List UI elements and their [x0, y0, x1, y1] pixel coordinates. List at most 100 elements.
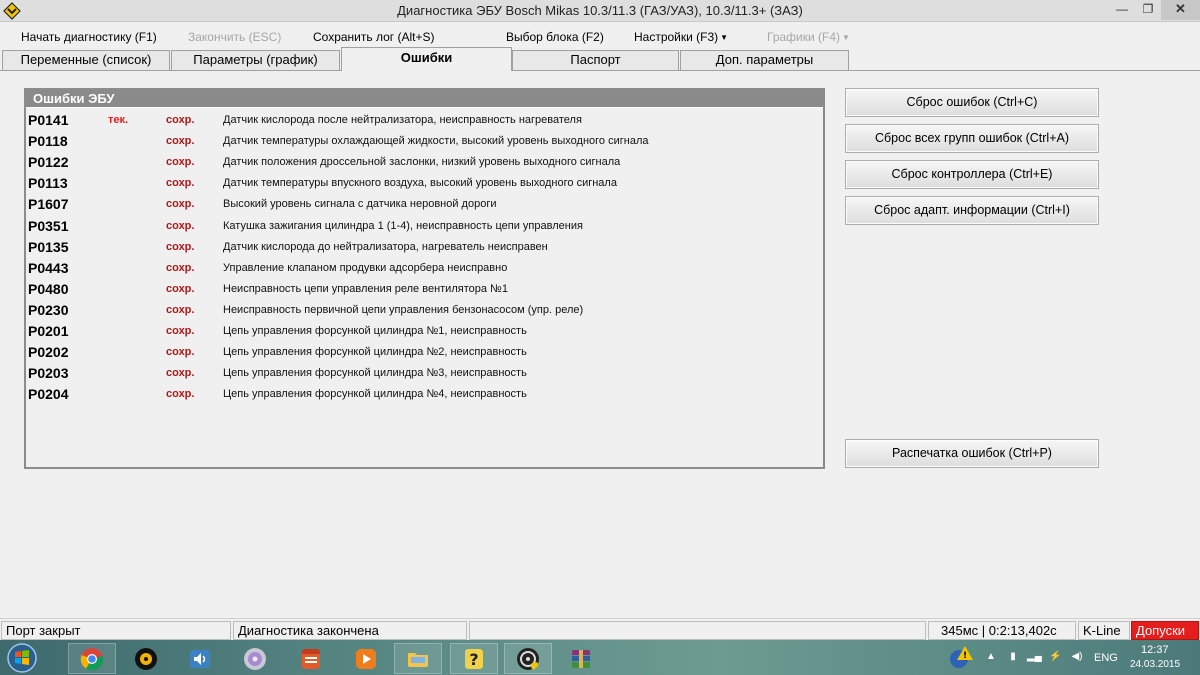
error-row: P0480 сохр. Неисправность цепи управления …	[26, 279, 823, 300]
reset-adaptation-button[interactable]: Сброс адапт. информации (Ctrl+I)	[845, 196, 1099, 225]
error-description: Цепь управления форсункой цилиндра №2, н…	[223, 346, 527, 359]
menu-select-unit[interactable]: Выбор блока (F2)	[506, 30, 604, 44]
maximize-button[interactable]: ❐	[1135, 0, 1161, 20]
error-row: P0113 сохр. Датчик температуры впускного в…	[26, 173, 823, 194]
error-description: Датчик кислорода до нейтрализатора, нагр…	[223, 240, 548, 253]
tab-parameters-graph[interactable]: Параметры (график)	[171, 50, 340, 70]
speaker-disc-icon	[135, 647, 157, 670]
status-empty	[469, 621, 926, 640]
error-description: Цепь управления форсункой цилиндра №3, н…	[223, 367, 527, 380]
diagnostics-status: Диагностика закончена	[233, 621, 467, 640]
clock-date[interactable]: 24.03.2015	[1130, 659, 1180, 670]
error-description: Цепь управления форсункой цилиндра №4, н…	[223, 388, 527, 401]
error-description: Датчик температуры охлаждающей жидкости,…	[223, 135, 649, 148]
error-saved-flag: сохр.	[166, 367, 195, 380]
error-code: P0480	[28, 280, 69, 297]
tab-errors[interactable]: Ошибки	[341, 47, 512, 71]
error-saved-flag: сохр.	[166, 135, 195, 148]
taskbar-chrome[interactable]	[68, 643, 116, 674]
error-code: P0204	[28, 386, 69, 403]
error-current-flag: тек.	[108, 114, 129, 126]
reset-errors-button[interactable]: Сброс ошибок (Ctrl+C)	[845, 88, 1099, 117]
error-row: P0201 сохр. Цепь управления форсункой цили…	[26, 321, 823, 342]
taskbar-task-app[interactable]	[287, 643, 335, 674]
error-description: Датчик положения дроссельной заслонки, н…	[223, 156, 621, 169]
taskbar-disc-burner[interactable]	[231, 643, 279, 674]
error-saved-flag: сохр.	[166, 388, 195, 401]
help-icon: ?	[465, 648, 483, 669]
error-saved-flag: сохр.	[166, 156, 195, 169]
menu-stop[interactable]: Закончить (ESC)	[188, 30, 281, 44]
error-code: P0351	[28, 217, 69, 234]
error-code: P0122	[28, 154, 69, 171]
error-code: P1607	[28, 196, 69, 213]
action-center-warning-icon[interactable]: !	[948, 644, 974, 670]
error-row: P0203 сохр. Цепь управления форсункой цили…	[26, 363, 823, 384]
error-row: P0122 сохр. Датчик положения дроссельной з…	[26, 152, 823, 173]
error-saved-flag: сохр.	[166, 261, 195, 274]
status-bar: Порт закрыт Диагностика закончена 345мс …	[0, 618, 1200, 640]
menu-graphs-label: Графики (F4)	[767, 30, 841, 44]
error-description: Управление клапаном продувки адсорбера н…	[223, 261, 508, 274]
show-hidden-icons-icon[interactable]: ▲	[985, 651, 997, 663]
title-bar: Диагностика ЭБУ Bosch Mikas 10.3/11.3 (Г…	[0, 0, 1200, 22]
error-row: P1607 сохр. Высокий уровень сигнала с датч…	[26, 194, 823, 215]
menu-save-log[interactable]: Сохранить лог (Alt+S)	[313, 30, 435, 44]
taskbar-volume-app[interactable]	[176, 643, 224, 674]
error-row: P0135 сохр. Датчик кислорода до нейтрализа…	[26, 237, 823, 258]
taskbar: ? ! ▲ ▮ ▂▄ ⚡ ◀) ENG 12:37 24.03.2015	[0, 640, 1200, 675]
error-code: P0202	[28, 344, 69, 361]
menu-graphs[interactable]: Графики (F4) ▼	[767, 30, 850, 44]
error-description: Неисправность цепи управления реле венти…	[223, 282, 508, 295]
error-code: P0230	[28, 301, 69, 318]
chevron-down-icon: ▼	[842, 33, 850, 42]
error-code: P0203	[28, 365, 69, 382]
chevron-down-icon: ▼	[720, 33, 729, 42]
clock-time[interactable]: 12:37	[1141, 644, 1169, 656]
error-saved-flag: сохр.	[166, 177, 195, 190]
taskbar-audio-player[interactable]	[122, 643, 170, 674]
errors-panel-title: Ошибки ЭБУ	[26, 90, 823, 108]
close-button[interactable]: ✕	[1161, 0, 1200, 20]
taskbar-media-player[interactable]	[342, 643, 390, 674]
tab-passport[interactable]: Паспорт	[512, 50, 679, 70]
steering-wheel-icon	[517, 647, 539, 670]
taskbar-file-explorer[interactable]	[394, 643, 442, 674]
error-row: P0202 сохр. Цепь управления форсункой цили…	[26, 342, 823, 363]
print-errors-button[interactable]: Распечатка ошибок (Ctrl+P)	[845, 439, 1099, 468]
folder-icon	[408, 652, 428, 667]
error-code: P0118	[28, 133, 68, 150]
notebook-icon	[302, 648, 320, 669]
cd-icon	[244, 647, 266, 670]
taskbar-diagnostic-app[interactable]	[504, 643, 552, 674]
volume-tray-icon[interactable]: ◀)	[1071, 651, 1083, 663]
error-description: Высокий уровень сигнала с датчика неровн…	[223, 198, 497, 211]
minimize-button[interactable]: —	[1109, 0, 1135, 20]
error-description: Неисправность первичной цепи управления …	[223, 303, 584, 316]
error-saved-flag: сохр.	[166, 198, 195, 211]
device-icon[interactable]: ▮	[1007, 651, 1019, 663]
menu-settings[interactable]: Настройки (F3) ▼	[634, 30, 728, 44]
error-row: P0118 сохр. Датчик температуры охлаждающей…	[26, 131, 823, 152]
input-language[interactable]: ENG	[1094, 652, 1118, 664]
menu-start-diagnostics[interactable]: Начать диагностику (F1)	[21, 30, 157, 44]
network-icon[interactable]: ▂▄	[1027, 651, 1042, 663]
power-icon[interactable]: ⚡	[1049, 651, 1061, 663]
taskbar-help-app[interactable]: ?	[450, 643, 498, 674]
tab-variables-list[interactable]: Переменные (список)	[2, 50, 170, 70]
error-row: P0141 тек. сохр. Датчик кислорода после ней…	[26, 110, 823, 131]
svg-text:!: !	[963, 651, 967, 661]
reset-controller-button[interactable]: Сброс контроллера (Ctrl+E)	[845, 160, 1099, 189]
error-description: Датчик кислорода после нейтрализатора, н…	[223, 114, 582, 126]
tab-extra-parameters[interactable]: Доп. параметры	[680, 50, 849, 70]
error-row: P0443 сохр. Управление клапаном продувки а…	[26, 258, 823, 279]
taskbar-archiver[interactable]	[557, 643, 605, 674]
menu-settings-label: Настройки (F3)	[634, 30, 719, 44]
access-badge: Допуски	[1131, 621, 1199, 640]
window-title: Диагностика ЭБУ Bosch Mikas 10.3/11.3 (Г…	[397, 3, 803, 18]
windows-start-icon[interactable]	[4, 642, 40, 674]
error-code: P0141	[28, 112, 69, 128]
error-saved-flag: сохр.	[166, 346, 195, 359]
error-description: Цепь управления форсункой цилиндра №1, н…	[223, 325, 527, 337]
reset-all-groups-button[interactable]: Сброс всех групп ошибок (Ctrl+A)	[845, 124, 1099, 153]
